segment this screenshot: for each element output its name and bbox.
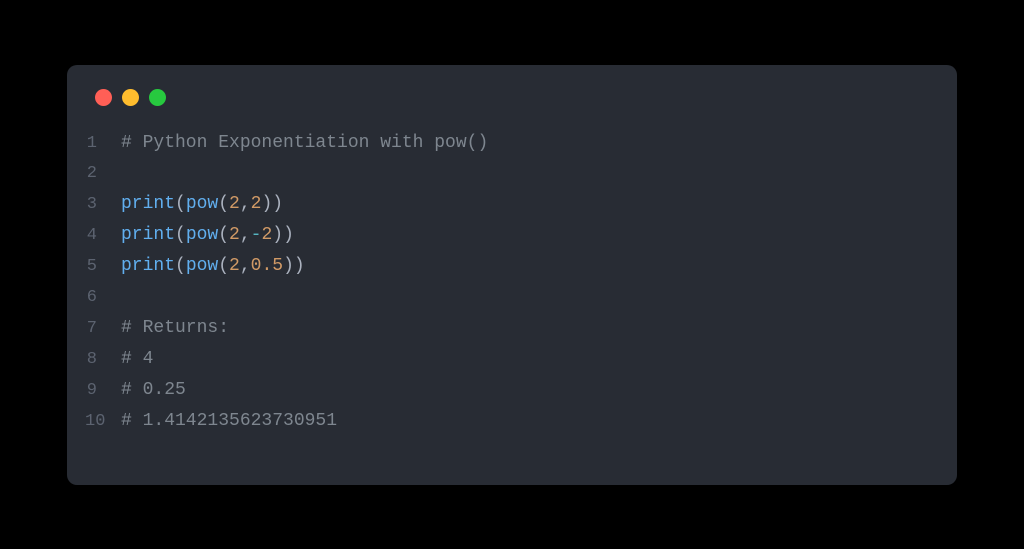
- token-number: 2: [229, 256, 240, 276]
- minimize-icon[interactable]: [122, 89, 139, 106]
- line-number: 1: [85, 129, 121, 158]
- token-op: -: [251, 225, 262, 245]
- code-line: 6: [85, 282, 929, 313]
- code-editor: 1# Python Exponentiation with pow()2 3pr…: [67, 128, 957, 438]
- token-punc: )): [272, 225, 294, 245]
- token-number: 2: [261, 225, 272, 245]
- token-comment: # 1.4142135623730951: [121, 411, 337, 431]
- token-builtin: print: [121, 194, 175, 214]
- line-number: 4: [85, 221, 121, 250]
- line-number: 7: [85, 314, 121, 343]
- token-builtin: print: [121, 256, 175, 276]
- line-number: 8: [85, 345, 121, 374]
- token-punc: ,: [240, 256, 251, 276]
- code-content: print(pow(2,-2)): [121, 220, 294, 251]
- token-punc: )): [261, 194, 283, 214]
- code-line: 7# Returns:: [85, 313, 929, 344]
- token-builtin: pow: [186, 225, 218, 245]
- code-content: # Python Exponentiation with pow(): [121, 128, 488, 159]
- code-content: # Returns:: [121, 313, 229, 344]
- token-punc: ,: [240, 225, 251, 245]
- token-builtin: pow: [186, 256, 218, 276]
- token-builtin: pow: [186, 194, 218, 214]
- code-line: 9# 0.25: [85, 375, 929, 406]
- token-builtin: print: [121, 225, 175, 245]
- window-titlebar: [67, 89, 957, 128]
- code-content: [121, 158, 132, 189]
- code-content: # 1.4142135623730951: [121, 406, 337, 437]
- code-line: 1# Python Exponentiation with pow(): [85, 128, 929, 159]
- code-window: 1# Python Exponentiation with pow()2 3pr…: [67, 65, 957, 485]
- token-punc: (: [218, 225, 229, 245]
- close-icon[interactable]: [95, 89, 112, 106]
- code-content: # 0.25: [121, 375, 186, 406]
- token-comment: # 0.25: [121, 380, 186, 400]
- code-content: print(pow(2,2)): [121, 189, 283, 220]
- token-comment: # Python Exponentiation with pow(): [121, 133, 488, 153]
- code-line: 2: [85, 158, 929, 189]
- line-number: 2: [85, 159, 121, 188]
- code-line: 3print(pow(2,2)): [85, 189, 929, 220]
- code-line: 10# 1.4142135623730951: [85, 406, 929, 437]
- line-number: 10: [85, 407, 121, 436]
- token-punc: (: [218, 256, 229, 276]
- token-comment: # 4: [121, 349, 153, 369]
- token-punc: ,: [240, 194, 251, 214]
- token-punc: )): [283, 256, 305, 276]
- line-number: 5: [85, 252, 121, 281]
- token-punc: (: [218, 194, 229, 214]
- code-line: 5print(pow(2,0.5)): [85, 251, 929, 282]
- token-number: 2: [229, 225, 240, 245]
- code-content: [121, 282, 132, 313]
- token-number: 0.5: [251, 256, 283, 276]
- token-punc: (: [175, 256, 186, 276]
- token-number: 2: [251, 194, 262, 214]
- code-content: # 4: [121, 344, 153, 375]
- token-comment: # Returns:: [121, 318, 229, 338]
- line-number: 3: [85, 190, 121, 219]
- zoom-icon[interactable]: [149, 89, 166, 106]
- token-punc: (: [175, 194, 186, 214]
- token-number: 2: [229, 194, 240, 214]
- code-content: print(pow(2,0.5)): [121, 251, 305, 282]
- code-line: 8# 4: [85, 344, 929, 375]
- code-line: 4print(pow(2,-2)): [85, 220, 929, 251]
- line-number: 6: [85, 283, 121, 312]
- token-punc: (: [175, 225, 186, 245]
- line-number: 9: [85, 376, 121, 405]
